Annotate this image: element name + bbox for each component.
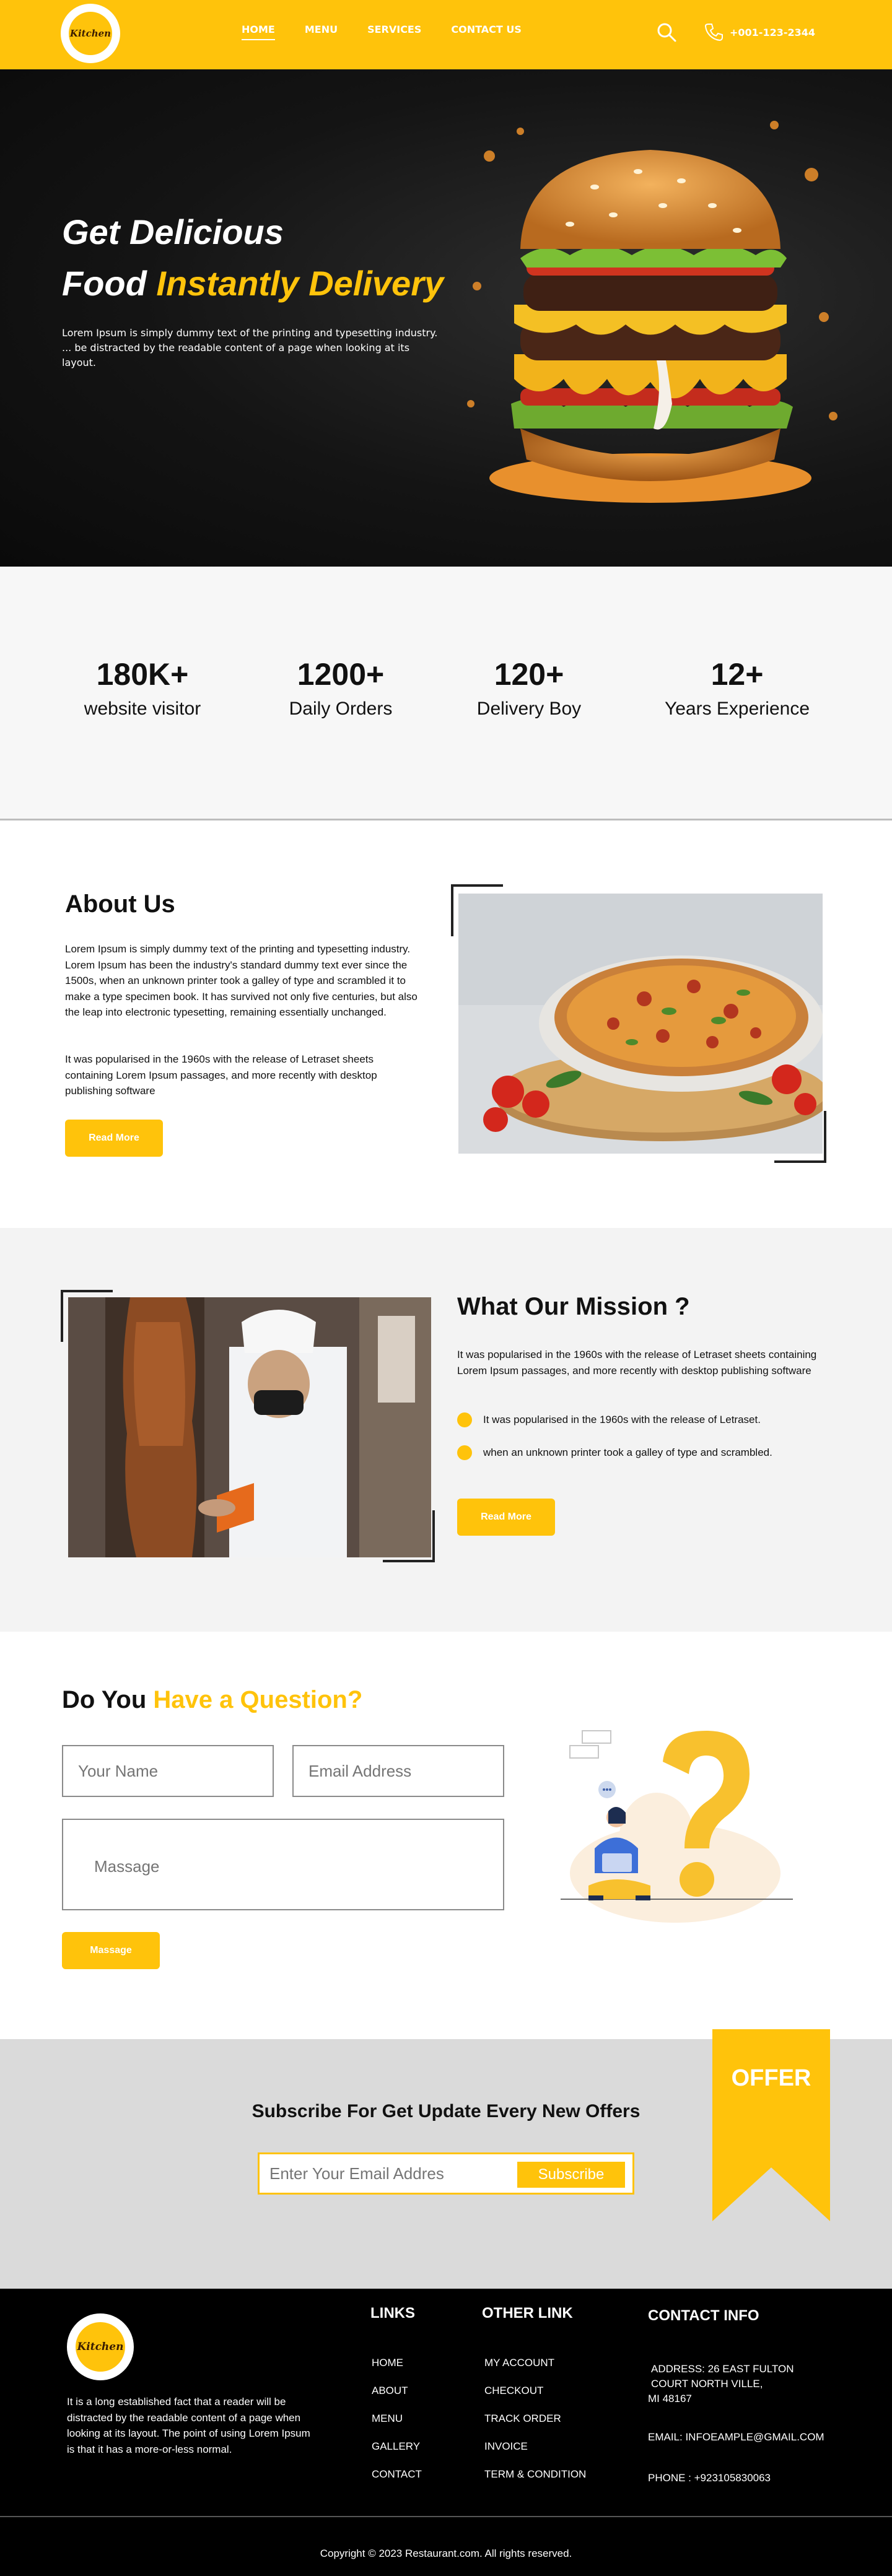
about-para-1: Lorem Ipsum is simply dummy text of the …: [65, 943, 418, 1018]
logo[interactable]: Kitchen: [61, 4, 120, 63]
message-submit-button[interactable]: Massage: [62, 1932, 160, 1969]
hero-description: Lorem Ipsum is simply dummy text of the …: [62, 327, 438, 368]
logo-text: Kitchen: [69, 12, 112, 55]
search-icon[interactable]: [655, 21, 678, 43]
stat-label: Years Experience: [664, 698, 810, 719]
footer-divider: [0, 2516, 892, 2517]
question-section: Do You Have a Question? Massage: [0, 1632, 892, 2039]
footer-link-my-account[interactable]: MY ACCOUNT: [484, 2357, 586, 2369]
mission-read-more-button[interactable]: Read More: [457, 1499, 555, 1536]
message-textarea[interactable]: [62, 1819, 504, 1910]
footer-link-menu[interactable]: MENU: [372, 2413, 422, 2425]
question-title-yellow: Have a Question?: [153, 1686, 363, 1713]
footer-link-contact[interactable]: CONTACT: [372, 2468, 422, 2481]
subscribe-section: Subscribe For Get Update Every New Offer…: [0, 2029, 892, 2289]
footer-logo-text: Kitchen: [76, 2322, 125, 2372]
hero-title-line2: Food Instantly Delivery: [62, 266, 444, 301]
offer-ribbon[interactable]: OFFER: [712, 2029, 830, 2221]
footer-contact-title: CONTACT INFO: [648, 2307, 759, 2324]
nav-home[interactable]: HOME: [242, 24, 275, 40]
mission-title: What Our Mission ?: [457, 1293, 690, 1320]
subscribe-form: Subscribe: [258, 2152, 634, 2195]
footer-link-checkout[interactable]: CHECKOUT: [484, 2385, 586, 2397]
stat-label: website visitor: [84, 698, 201, 719]
burger-image: [467, 121, 837, 503]
stat-label: Delivery Boy: [476, 698, 582, 719]
kebab-chef-image: [68, 1297, 431, 1557]
bullet-dot: [457, 1445, 472, 1460]
footer-links-title: LINKS: [370, 2305, 415, 2321]
main-nav: HOME MENU SERVICES CONTACT US: [242, 24, 551, 40]
mission-bullet: when an unknown printer took a galley of…: [457, 1445, 772, 1461]
footer-link-terms[interactable]: TERM & CONDITION: [484, 2468, 586, 2481]
address-line: COURT NORTH VILLE,: [651, 2377, 763, 2390]
stat-value: 180K+: [96, 657, 189, 692]
mission-section: What Our Mission ? It was popularised in…: [0, 1228, 892, 1632]
footer-email[interactable]: EMAIL: INFOEAMPLE@GMAIL.COM: [648, 2431, 824, 2443]
footer-address: ADDRESS: 26 EAST FULTON COURT NORTH VILL…: [648, 2362, 794, 2406]
name-input[interactable]: [62, 1745, 274, 1797]
stat-label: Daily Orders: [289, 698, 393, 719]
copyright-text: Copyright © 2023 Restaurant.com. All rig…: [320, 2548, 572, 2559]
footer-about-text: It is a long established fact that a rea…: [67, 2396, 310, 2455]
footer-other-links: MY ACCOUNT CHECKOUT TRACK ORDER INVOICE …: [484, 2357, 586, 2496]
footer-logo[interactable]: Kitchen: [67, 2313, 134, 2380]
bullet-dot: [457, 1412, 472, 1427]
mission-para: It was popularised in the 1960s with the…: [457, 1349, 817, 1377]
question-title-black: Do You: [62, 1686, 147, 1713]
hero-section: Get Delicious Food Instantly Delivery Lo…: [0, 69, 892, 567]
site-footer: Kitchen It is a long established fact th…: [0, 2289, 892, 2576]
nav-services[interactable]: SERVICES: [367, 24, 421, 40]
stat-experience: 12+ Years Experience: [644, 656, 830, 720]
stat-value: 1200+: [297, 657, 385, 692]
stat-delivery-boy: 120+ Delivery Boy: [436, 656, 622, 720]
hero-title-line1: Get Delicious: [62, 212, 284, 251]
site-header: Kitchen HOME MENU SERVICES CONTACT US +0…: [0, 0, 892, 69]
email-input[interactable]: [292, 1745, 504, 1797]
stat-value: 120+: [494, 657, 564, 692]
footer-other-title: OTHER LINK: [482, 2305, 573, 2321]
about-title: About Us: [65, 890, 175, 918]
footer-link-invoice[interactable]: INVOICE: [484, 2440, 586, 2453]
question-title: Do You Have a Question?: [62, 1686, 362, 1714]
footer-link-home[interactable]: HOME: [372, 2357, 422, 2369]
address-line: ADDRESS: 26 EAST FULTON: [651, 2363, 794, 2375]
header-phone[interactable]: +001-123-2344: [704, 22, 815, 42]
footer-phone[interactable]: PHONE : +923105830063: [648, 2472, 771, 2484]
hero-title-white: Food: [62, 264, 147, 303]
bullet-text: when an unknown printer took a galley of…: [483, 1447, 772, 1458]
subscribe-email-input[interactable]: [269, 2160, 505, 2187]
footer-link-gallery[interactable]: GALLERY: [372, 2440, 422, 2453]
stats-section: 180K+ website visitor 1200+ Daily Orders…: [0, 567, 892, 820]
about-para-2: It was popularised in the 1960s with the…: [65, 1053, 377, 1097]
mission-bullet: It was popularised in the 1960s with the…: [457, 1412, 761, 1428]
subscribe-button[interactable]: Subscribe: [517, 2162, 625, 2188]
stat-visitors: 180K+ website visitor: [50, 656, 235, 720]
footer-links: HOME ABOUT MENU GALLERY CONTACT: [372, 2357, 422, 2496]
stat-orders: 1200+ Daily Orders: [248, 656, 434, 720]
pizza-image: [458, 894, 823, 1154]
bullet-text: It was popularised in the 1960s with the…: [483, 1414, 761, 1425]
nav-menu[interactable]: MENU: [305, 24, 338, 40]
hero-title-yellow: Instantly Delivery: [156, 264, 444, 303]
phone-icon: [704, 24, 723, 41]
stat-value: 12+: [711, 657, 764, 692]
question-illustration: [561, 1730, 793, 1923]
footer-link-about[interactable]: ABOUT: [372, 2385, 422, 2397]
nav-contact-us[interactable]: CONTACT US: [451, 24, 522, 40]
about-section: About Us Lorem Ipsum is simply dummy tex…: [0, 822, 892, 1228]
footer-link-track-order[interactable]: TRACK ORDER: [484, 2413, 586, 2425]
address-line: MI 48167: [648, 2392, 692, 2404]
about-read-more-button[interactable]: Read More: [65, 1120, 163, 1157]
phone-number: +001-123-2344: [730, 26, 816, 38]
